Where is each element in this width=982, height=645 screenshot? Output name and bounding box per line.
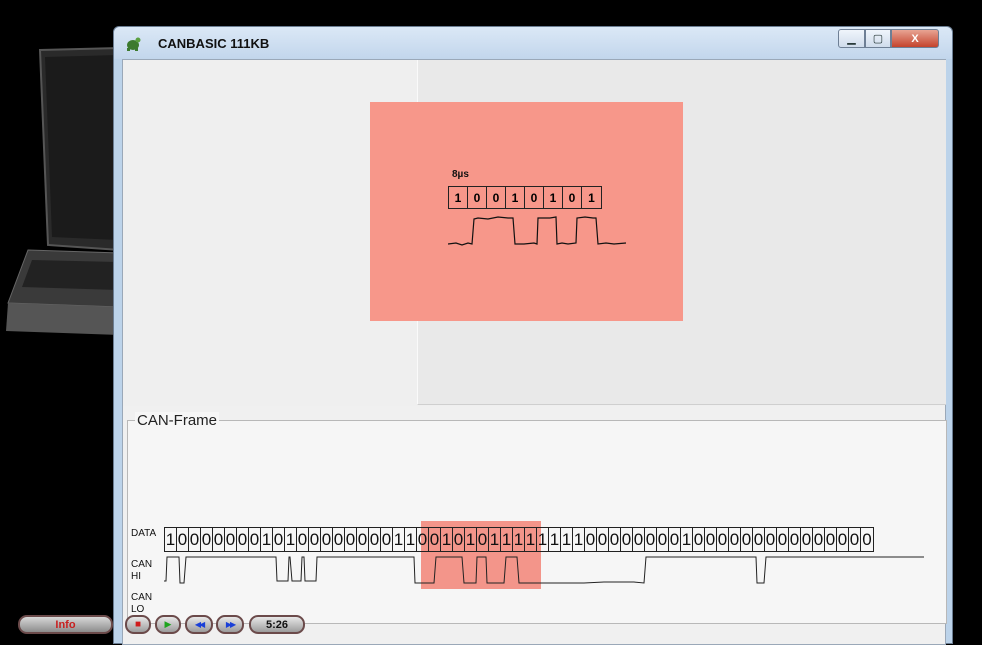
data-bit: 1 [489,528,501,551]
preview-waveform [448,216,626,246]
data-bit: 0 [333,528,345,551]
group-title: CAN-Frame [135,412,220,429]
preview-bits: 1 0 0 1 0 1 0 1 [448,186,602,209]
data-bit: 0 [729,528,741,551]
fast-forward-icon: ▶▶ [225,620,236,629]
title-bar[interactable]: CANBASIC 111KB ▁ ▢ X [114,27,952,59]
data-bit: 1 [525,528,537,551]
data-bit: 0 [657,528,669,551]
time-display: 5:26 [249,615,305,634]
data-bit: 1 [465,528,477,551]
data-bit: 0 [837,528,849,551]
app-window: CANBASIC 111KB ▁ ▢ X 8µs 1 0 0 1 0 1 0 1 [113,26,953,645]
data-bit: 0 [765,528,777,551]
can-frame-group: CAN-Frame DATA CAN HI CAN LO 10000000101… [127,412,947,624]
fast-forward-button[interactable]: ▶▶ [216,615,244,634]
data-bit: 1 [261,528,273,551]
data-bit-row: 1000000010100000000110010101111111100000… [164,527,874,552]
data-bit: 0 [273,528,285,551]
preview-bit: 1 [588,190,595,205]
data-bit: 0 [417,528,429,551]
data-bit: 0 [741,528,753,551]
data-bit: 0 [669,528,681,551]
data-bit: 0 [705,528,717,551]
data-bit: 0 [177,528,189,551]
data-bit: 0 [621,528,633,551]
turtle-icon [127,37,141,51]
data-bit: 0 [717,528,729,551]
data-bit: 0 [801,528,813,551]
data-bit: 1 [681,528,693,551]
close-button[interactable]: X [891,29,939,48]
data-bit: 1 [537,528,549,551]
data-bit: 0 [357,528,369,551]
data-bit: 1 [573,528,585,551]
data-bit: 0 [609,528,621,551]
data-bit: 0 [249,528,261,551]
data-bit: 0 [309,528,321,551]
data-bit: 0 [862,529,872,549]
data-bit: 0 [825,528,837,551]
preview-bit: 1 [544,187,563,208]
preview-panel: 8µs 1 0 0 1 0 1 0 1 [123,60,946,406]
data-bit: 1 [561,528,573,551]
data-bit: 0 [213,528,225,551]
data-bit: 0 [597,528,609,551]
data-bit: 0 [585,528,597,551]
stop-icon: ■ [134,619,142,630]
data-bit: 0 [345,528,357,551]
data-bit: 1 [549,528,561,551]
data-row-label: DATA [131,528,157,539]
data-bit: 1 [393,528,405,551]
data-bit: 1 [285,528,297,551]
data-bit: 0 [381,528,393,551]
data-bit: 0 [777,528,789,551]
preview-bit: 1 [449,187,468,208]
client-area: 8µs 1 0 0 1 0 1 0 1 CAN-Frame DATA CAN H… [122,59,947,645]
data-bit: 0 [453,528,465,551]
data-bit: 0 [189,528,201,551]
data-bit: 1 [501,528,513,551]
data-bit: 0 [753,528,765,551]
data-bit: 0 [225,528,237,551]
laptop-image [6,46,120,335]
data-bit: 0 [645,528,657,551]
data-bit: 0 [477,528,489,551]
data-bit: 0 [429,528,441,551]
play-button[interactable]: ▶ [155,615,181,634]
preview-bit: 1 [506,187,525,208]
preview-bit: 0 [563,187,582,208]
data-bit: 1 [405,528,417,551]
can-hi-waveform [164,556,924,584]
data-bit: 0 [297,528,309,551]
can-hi-label: CAN HI [131,559,153,582]
data-bit: 1 [441,528,453,551]
window-title: CANBASIC 111KB [158,36,270,51]
stop-button[interactable]: ■ [125,615,151,634]
data-bit: 0 [201,528,213,551]
play-icon: ▶ [164,619,172,629]
minimize-button[interactable]: ▁ [838,29,865,48]
maximize-button[interactable]: ▢ [865,29,891,48]
data-bit: 0 [789,528,801,551]
can-lo-label: CAN LO [131,592,153,615]
preview-bit: 0 [487,187,506,208]
data-bit: 0 [849,528,861,551]
bit-preview-box: 8µs 1 0 0 1 0 1 0 1 [370,102,683,321]
data-bit: 0 [237,528,249,551]
rewind-icon: ◀◀ [194,620,205,629]
rewind-button[interactable]: ◀◀ [185,615,213,634]
data-bit: 0 [693,528,705,551]
data-bit: 0 [633,528,645,551]
preview-bit: 0 [525,187,544,208]
bit-time-label: 8µs [452,169,469,180]
data-bit: 0 [369,528,381,551]
data-bit: 0 [321,528,333,551]
info-button[interactable]: Info [18,615,113,634]
data-bit: 1 [513,528,525,551]
data-bit: 0 [813,528,825,551]
data-bit: 1 [165,528,177,551]
preview-bit: 0 [468,187,487,208]
